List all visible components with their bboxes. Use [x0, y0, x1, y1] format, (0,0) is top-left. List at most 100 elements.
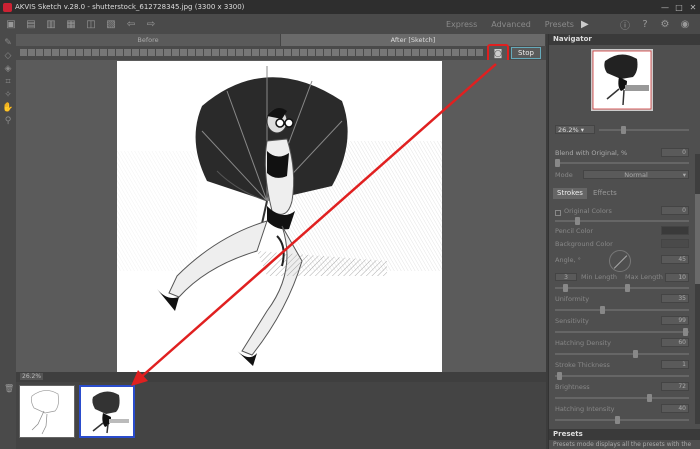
settings-panel: Navigator 26.2% ▾ Blend with Original, %…: [548, 34, 700, 449]
hand-tool-icon[interactable]: ✋: [2, 103, 13, 116]
blend-slider[interactable]: [555, 159, 689, 167]
crop-tool-icon[interactable]: ⌗: [5, 77, 10, 90]
progress-segment: [28, 49, 35, 56]
brightness-slider[interactable]: [555, 394, 689, 402]
progress-segment: [188, 49, 195, 56]
fill-tool-icon[interactable]: ◈: [5, 64, 12, 77]
progress-segment: [116, 49, 123, 56]
progress-segment: [284, 49, 291, 56]
progress-segment: [140, 49, 147, 56]
progress-segment: [172, 49, 179, 56]
progress-segment: [292, 49, 299, 56]
blend-label: Blend with Original, %: [555, 149, 628, 157]
open-file-icon[interactable]: ▣: [4, 17, 18, 31]
original-colors-slider[interactable]: [555, 217, 689, 225]
progress-segment: [260, 49, 267, 56]
window-title: AKVIS Sketch v.28.0 - shutterstock_61272…: [15, 3, 245, 11]
progress-segment: [220, 49, 227, 56]
run-icon[interactable]: ▶: [578, 17, 592, 31]
angle-value[interactable]: 45: [661, 255, 689, 264]
snapshot-thumbnail-selected[interactable]: [79, 385, 135, 438]
news-icon[interactable]: ◉: [678, 17, 692, 31]
original-colors-checkbox[interactable]: [555, 210, 561, 216]
uniformity-value[interactable]: 35: [661, 294, 689, 303]
brightness-label: Brightness: [555, 383, 590, 391]
max-length-label: Max Length: [625, 273, 663, 281]
hatching-intensity-slider[interactable]: [555, 416, 689, 424]
length-range-slider[interactable]: [555, 284, 689, 292]
stop-button[interactable]: Stop: [511, 47, 541, 59]
magic-tool-icon[interactable]: ✧: [4, 90, 12, 103]
stroke-thickness-slider[interactable]: [555, 372, 689, 380]
max-length-value[interactable]: 10: [665, 273, 689, 282]
zoom-tool-icon[interactable]: ⚲: [5, 116, 12, 129]
progress-segment: [364, 49, 371, 56]
eraser-tool-icon[interactable]: ◇: [5, 51, 12, 64]
blend-value[interactable]: 0: [661, 148, 689, 157]
stroke-thickness-label: Stroke Thickness: [555, 361, 610, 369]
mode-advanced[interactable]: Advanced: [491, 20, 531, 29]
progress-segment: [100, 49, 107, 56]
tab-before[interactable]: Before: [16, 34, 281, 46]
progress-segment: [428, 49, 435, 56]
snapshot-thumbnail[interactable]: [19, 385, 75, 438]
undo-icon[interactable]: ⇦: [124, 17, 138, 31]
redo-icon[interactable]: ⇨: [144, 17, 158, 31]
zoom-level[interactable]: 26.2%: [20, 373, 44, 380]
progress-segment: [340, 49, 347, 56]
presets-description: Presets mode displays all the presets wi…: [553, 441, 692, 448]
progress-segment: [84, 49, 91, 56]
pencil-color-label: Pencil Color: [555, 227, 594, 235]
progress-segment: [228, 49, 235, 56]
hatching-density-slider[interactable]: [555, 350, 689, 358]
mode-label: Mode: [555, 171, 573, 179]
sensitivity-label: Sensitivity: [555, 317, 589, 325]
sensitivity-value[interactable]: 99: [661, 316, 689, 325]
close-button[interactable]: ✕: [686, 3, 700, 12]
stroke-thickness-value[interactable]: 1: [661, 360, 689, 369]
mode-express[interactable]: Express: [446, 20, 477, 29]
tab-effects[interactable]: Effects: [589, 188, 621, 199]
hatching-density-value[interactable]: 60: [661, 338, 689, 347]
mode-select[interactable]: Normal ▾: [583, 170, 689, 179]
settings-scrollbar[interactable]: [695, 154, 700, 424]
delete-snapshot-icon[interactable]: 🗑: [4, 384, 14, 393]
progress-segment: [476, 49, 483, 56]
original-colors-label: Original Colors: [564, 207, 612, 215]
save-as-icon[interactable]: ▥: [44, 17, 58, 31]
info-icon[interactable]: ⓘ: [618, 17, 632, 32]
original-colors-value[interactable]: 0: [661, 206, 689, 215]
progress-segment: [404, 49, 411, 56]
progress-segment: [132, 49, 139, 56]
navigator-zoom-select[interactable]: 26.2% ▾: [555, 125, 595, 134]
angle-label: Angle, °: [555, 256, 581, 264]
maximize-button[interactable]: □: [672, 3, 686, 12]
uniformity-slider[interactable]: [555, 306, 689, 314]
mode-presets[interactable]: Presets: [545, 20, 574, 29]
background-color-swatch[interactable]: [661, 239, 689, 248]
minimize-button[interactable]: —: [658, 3, 672, 12]
settings-gear-icon[interactable]: ⚙: [658, 17, 672, 31]
progress-segment: [148, 49, 155, 56]
thumbnail-strip-tools: 🗑: [0, 382, 16, 449]
hatching-intensity-label: Hatching Intensity: [555, 405, 615, 413]
navigator-preview[interactable]: [591, 49, 653, 111]
hatching-intensity-value[interactable]: 40: [661, 404, 689, 413]
batch-icon[interactable]: ▧: [104, 17, 118, 31]
progress-segment: [308, 49, 315, 56]
pencil-color-swatch[interactable]: [661, 226, 689, 235]
progress-segment: [20, 49, 27, 56]
progress-segment: [332, 49, 339, 56]
min-length-value[interactable]: 3: [555, 273, 577, 281]
navigator-zoom-slider[interactable]: [599, 126, 689, 134]
sensitivity-slider[interactable]: [555, 328, 689, 336]
tab-strokes[interactable]: Strokes: [553, 188, 587, 199]
help-icon[interactable]: ?: [638, 17, 652, 31]
print-icon[interactable]: ▦: [64, 17, 78, 31]
progress-segment: [380, 49, 387, 56]
pencil-tool-icon[interactable]: ✎: [4, 38, 12, 51]
share-icon[interactable]: ◫: [84, 17, 98, 31]
save-icon[interactable]: ▤: [24, 17, 38, 31]
brightness-value[interactable]: 72: [661, 382, 689, 391]
angle-dial[interactable]: [609, 250, 631, 272]
